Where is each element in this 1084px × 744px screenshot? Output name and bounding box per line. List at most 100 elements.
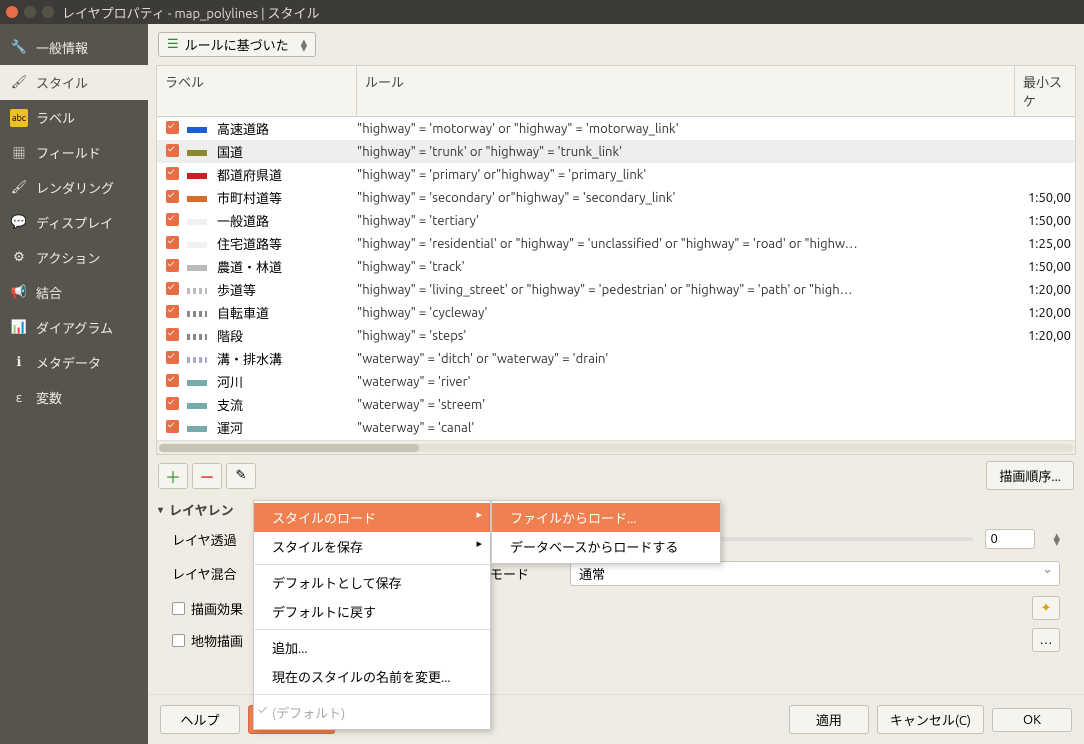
table-row[interactable]: 国道"highway" = 'trunk' or "highway" = 'tr… <box>157 140 1075 163</box>
sidebar-item-4[interactable]: 🖌レンダリング <box>0 170 148 205</box>
color-swatch <box>187 380 207 386</box>
sidebar-item-3[interactable]: ▦フィールド <box>0 135 148 170</box>
remove-rule-button[interactable]: － <box>192 463 222 489</box>
color-swatch <box>187 150 207 156</box>
feature-draw-label: 地物描画 <box>191 631 243 650</box>
draw-effect-options-button[interactable]: ✦ <box>1032 596 1060 620</box>
table-row[interactable]: 歩道等"highway" = 'living_street' or "highw… <box>157 278 1075 301</box>
draw-order-button[interactable]: 描画順序... <box>986 461 1074 490</box>
table-row[interactable]: 住宅道路等 "highway" = 'residential' or "high… <box>157 232 1075 255</box>
row-checkbox[interactable] <box>166 351 179 364</box>
table-row[interactable]: 支流"waterway" = 'streem' <box>157 393 1075 416</box>
sidebar-icon: ⚙ <box>10 249 28 267</box>
menu-load-from-db[interactable]: データベースからロードする <box>492 532 720 561</box>
sidebar-item-1[interactable]: 🖌スタイル <box>0 65 148 100</box>
sidebar-item-label: メタデータ <box>36 353 101 372</box>
menu-add[interactable]: 追加... <box>254 633 490 662</box>
table-row[interactable]: 自転車道"highway" = 'cycleway'1:20,00 <box>157 301 1075 324</box>
row-rule: "highway" = 'secondary' or"highway" = 's… <box>357 191 1015 205</box>
table-row[interactable]: 階段"highway" = 'steps'1:20,00 <box>157 324 1075 347</box>
color-swatch <box>187 426 207 432</box>
sidebar-item-label: アクション <box>36 248 100 267</box>
menu-load-style[interactable]: スタイルのロード <box>254 503 490 532</box>
feature-draw-options-button[interactable]: … <box>1032 628 1060 652</box>
row-checkbox[interactable] <box>166 420 179 433</box>
row-checkbox[interactable] <box>166 144 179 157</box>
row-checkbox[interactable] <box>166 121 179 134</box>
menu-save-style[interactable]: スタイルを保存 <box>254 532 490 561</box>
menu-restore-default[interactable]: デフォルトに戻す <box>254 597 490 626</box>
window-title: レイヤプロパティ - map_polylines | スタイル <box>62 3 320 22</box>
table-row[interactable]: 運河"waterway" = 'canal' <box>157 416 1075 439</box>
sidebar-item-5[interactable]: 💬ディスプレイ <box>0 205 148 240</box>
row-checkbox[interactable] <box>166 305 179 318</box>
menu-load-from-file[interactable]: ファイルからロード... <box>492 503 720 532</box>
feature-blend-select[interactable]: 通常 <box>570 561 1060 586</box>
row-rule: "highway" = 'steps' <box>357 329 1015 343</box>
th-min[interactable]: 最小スケ <box>1015 66 1075 116</box>
draw-effect-checkbox[interactable] <box>172 602 185 615</box>
table-row[interactable]: 溝・排水溝"waterway" = 'ditch' or "waterway" … <box>157 347 1075 370</box>
table-row[interactable]: 高速道路"highway" = 'motorway' or "highway" … <box>157 117 1075 140</box>
sidebar-item-7[interactable]: 📢結合 <box>0 275 148 310</box>
row-label: 住宅道路等 <box>217 234 357 253</box>
row-label: 都道府県道 <box>217 165 357 184</box>
sidebar-icon: 🔧 <box>10 39 28 57</box>
table-row[interactable]: 河川"waterway" = 'river' <box>157 370 1075 393</box>
row-checkbox[interactable] <box>166 236 179 249</box>
check-icon: ✓ <box>258 703 267 717</box>
maximize-icon[interactable] <box>42 6 54 18</box>
close-icon[interactable] <box>6 6 18 18</box>
opacity-input[interactable] <box>985 529 1035 549</box>
row-checkbox[interactable] <box>166 374 179 387</box>
row-label: 支流 <box>217 395 357 414</box>
sidebar-item-8[interactable]: 📊ダイアグラム <box>0 310 148 345</box>
row-checkbox[interactable] <box>166 190 179 203</box>
row-checkbox[interactable] <box>166 167 179 180</box>
sidebar-item-10[interactable]: ε変数 <box>0 380 148 415</box>
row-label: 市町村道等 <box>217 188 357 207</box>
spinner-icon[interactable]: ▴▾ <box>1053 533 1060 545</box>
menu-rename[interactable]: 現在のスタイルの名前を変更... <box>254 662 490 691</box>
add-rule-button[interactable]: ＋ <box>158 463 188 489</box>
sidebar-item-6[interactable]: ⚙ アクション <box>0 240 148 275</box>
row-checkbox[interactable] <box>166 259 179 272</box>
sidebar-item-9[interactable]: ℹ メタデータ <box>0 345 148 380</box>
color-swatch <box>187 127 207 133</box>
sidebar-icon: ℹ <box>10 354 28 372</box>
apply-button[interactable]: 適用 <box>789 705 869 734</box>
row-checkbox[interactable] <box>166 328 179 341</box>
sidebar-item-label: ダイアグラム <box>36 318 113 337</box>
th-label[interactable]: ラベル <box>157 66 357 116</box>
sidebar-item-2[interactable]: abcラベル <box>0 100 148 135</box>
renderer-mode-select[interactable]: ☰ ルールに基づいた ▴▾ <box>158 32 316 57</box>
renderer-mode-label: ルールに基づいた <box>185 35 289 54</box>
chevron-updown-icon: ▴▾ <box>301 39 308 51</box>
row-rule: "highway" = 'tertiary' <box>357 214 1015 228</box>
ok-button[interactable]: OK <box>992 708 1072 732</box>
table-row[interactable]: 農道・林道"highway" = 'track'1:50,00 <box>157 255 1075 278</box>
more-icon: … <box>1040 633 1053 647</box>
cancel-button[interactable]: キャンセル(C) <box>877 705 984 734</box>
sidebar-icon: ▦ <box>10 144 28 162</box>
color-swatch <box>187 265 207 271</box>
sidebar-icon: 🖌 <box>10 179 28 197</box>
table-row[interactable]: 市町村道等"highway" = 'secondary' or"highway"… <box>157 186 1075 209</box>
th-rule[interactable]: ルール <box>357 66 1015 116</box>
row-checkbox[interactable] <box>166 213 179 226</box>
feature-draw-checkbox[interactable] <box>172 634 185 647</box>
table-row[interactable]: 一般道路"highway" = 'tertiary'1:50,00 <box>157 209 1075 232</box>
row-checkbox[interactable] <box>166 282 179 295</box>
horizontal-scrollbar[interactable] <box>157 440 1075 454</box>
row-checkbox[interactable] <box>166 397 179 410</box>
sidebar-item-0[interactable]: 🔧一般情報 <box>0 30 148 65</box>
menu-save-default[interactable]: デフォルトとして保存 <box>254 568 490 597</box>
star-icon: ✦ <box>1041 601 1052 616</box>
help-button[interactable]: ヘルプ <box>160 705 240 734</box>
table-row[interactable]: 都道府県道"highway" = 'primary' or"highway" =… <box>157 163 1075 186</box>
row-rule: "highway" = 'cycleway' <box>357 306 1015 320</box>
edit-rule-button[interactable]: ✎ <box>226 463 256 489</box>
sidebar-item-label: ディスプレイ <box>36 213 113 232</box>
minimize-icon[interactable] <box>24 6 36 18</box>
table-header: ラベル ルール 最小スケ <box>157 66 1075 117</box>
